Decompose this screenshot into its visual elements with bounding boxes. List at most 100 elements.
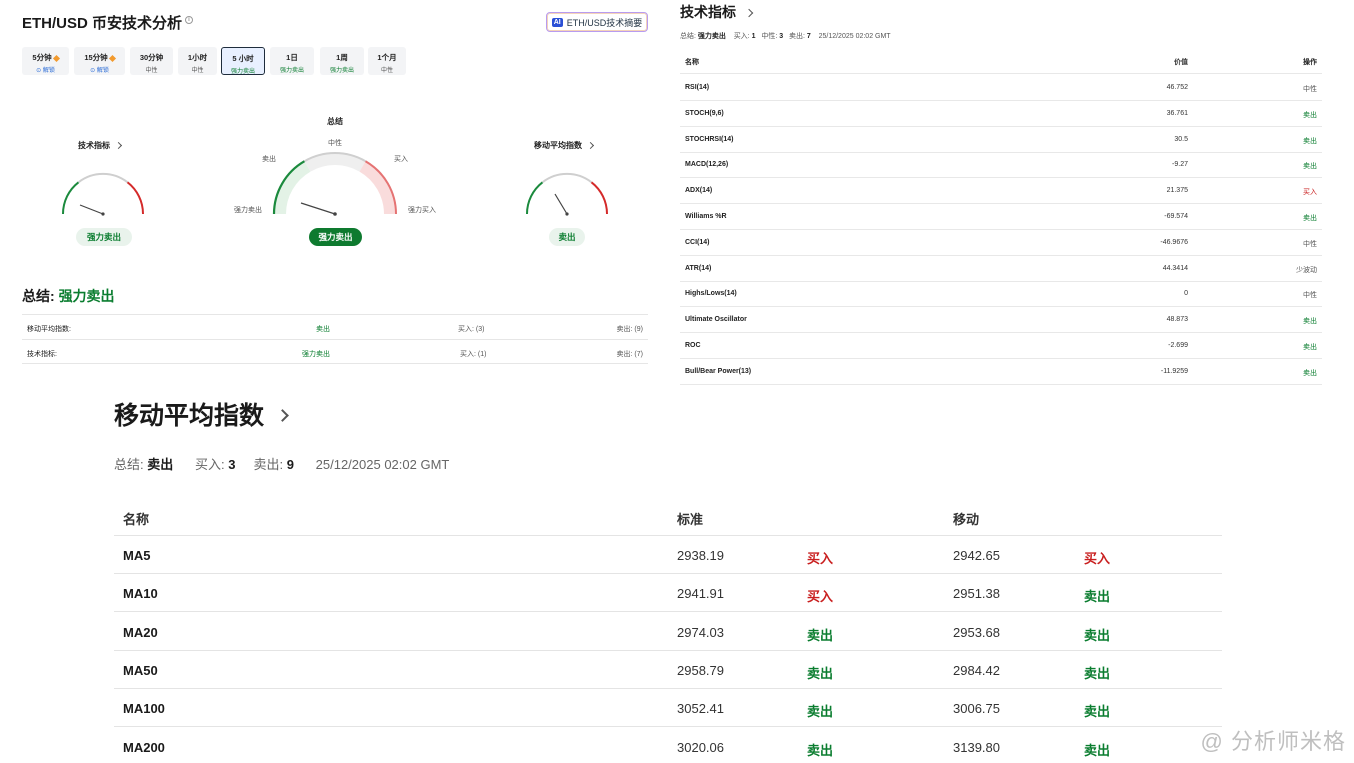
indicator-name: Williams %R [685,213,727,220]
ma-simple-value: 3020.06 [677,739,724,755]
column-header: 价值 [1174,59,1188,66]
column-header: 操作 [1303,59,1317,66]
summary-value: 强力卖出 [58,288,115,304]
ma-title[interactable]: 移动平均指数 [114,396,289,432]
ma-name: MA10 [123,586,158,602]
indicator-value: 46.752 [1166,84,1188,91]
summary-gauge [272,152,397,216]
indicator-row: MACD(12,26) -9.27 卖出 [680,152,1322,179]
column-header: 名称 [123,512,150,527]
gauge-label-strong-buy: 强力买入 [408,207,436,214]
gauge-label-neutral: 中性 [328,140,342,147]
gauge-ma-title[interactable]: 移动平均指数 [534,140,595,151]
timeframe-tab-15m[interactable]: 15分钟 ⊙ 解锁 [74,47,125,75]
indicator-row: ATR(14) 44.3414 少波动 [680,256,1322,282]
timeframe-tab-5m[interactable]: 5分钟 ⊙ 解锁 [22,47,69,75]
indicator-value: -2.699 [1168,342,1188,349]
timeframe-tab-1d[interactable]: 1日 强力卖出 [270,47,314,75]
indicator-value: -69.574 [1164,213,1188,220]
ai-summary-button[interactable]: AI ETH/USD技术摘要 [546,12,648,32]
summary-row: 移动平均指数: 卖出 买入: (3) 卖出: (9) [22,314,648,339]
indicator-row: RSI(14) 46.752 中性 [680,75,1322,101]
indicator-name: STOCH(9,6) [685,109,724,117]
indicator-action: 卖出 [1303,318,1317,326]
ma-name: MA100 [123,701,165,717]
meta-label: 卖出: [789,33,805,40]
gauge-title-text: 移动平均指数 [534,141,582,150]
ma-gauge-result: 卖出 [549,228,585,246]
lock-icon: ⊙ [90,68,96,74]
tab-label: 30分钟 [139,53,164,62]
indicator-row: Bull/Bear Power(13) -11.9259 卖出 [680,359,1322,385]
indicator-row: Ultimate Oscillator 48.873 卖出 [680,307,1322,334]
tab-label: 15分钟 [84,53,108,62]
ma-name: MA50 [123,662,158,678]
indicator-value: 36.761 [1166,109,1188,117]
gauge-technical-title[interactable]: 技术指标 [78,140,123,151]
ma-gauge [525,172,609,216]
indicator-row: Highs/Lows(14) 0 中性 [680,281,1322,308]
timeframe-tab-1h[interactable]: 1小时 中性 [178,47,217,75]
indicator-name: Highs/Lows(14) [685,290,737,298]
meta-value: 1 [751,33,756,40]
ma-simple-value: 2958.79 [677,662,724,678]
ma-exp-value: 2942.65 [953,548,1000,563]
indicator-row: CCI(14) -46.9676 中性 [680,230,1322,256]
indicator-name: ROC [685,342,701,349]
ma-name: MA200 [123,739,165,755]
ma-row: MA5 2938.19 买入 2942.65 买入 [114,536,1222,574]
indicator-action: 卖出 [1303,137,1317,145]
column-header: 名称 [685,59,699,66]
ma-row: MA100 3052.41 卖出 3006.75 卖出 [114,689,1222,728]
info-icon[interactable]: i [185,16,194,24]
column-header: 标准 [677,512,704,527]
indicators-title[interactable]: 技术指标 [680,2,754,22]
indicator-value: -11.9259 [1160,367,1188,375]
indicator-name: MACD(12,26) [685,161,729,169]
summary-label: 总结: [22,288,55,304]
indicator-name: Bull/Bear Power(13) [685,367,752,375]
indicator-value: -46.9676 [1160,238,1188,246]
ma-simple-action: 买入 [807,551,834,566]
summary-row-name: 移动平均指数: [27,326,71,333]
gauge-title-text: 技术指标 [78,141,110,150]
ma-simple-value: 2941.91 [677,586,724,602]
summary-row: 技术指标: 强力卖出 买入: (1) 卖出: (7) [22,339,648,364]
tab-label: 5分钟 [32,53,52,62]
ma-exp-value: 2984.42 [953,662,1000,678]
tab-label: 1日 [286,53,298,62]
ai-summary-label: ETH/USD技术摘要 [566,17,643,28]
meta-value: 3 [779,33,784,40]
meta-value: 3 [228,457,236,472]
ma-exp-action: 买入 [1084,551,1111,566]
meta-value: 强力卖出 [697,33,726,40]
indicators-title-text: 技术指标 [680,4,736,20]
indicator-action: 中性 [1303,292,1317,300]
indicators-meta: 总结: 强力卖出 买入: 1 中性: 3 卖出: 7 25/12/2025 02… [680,31,891,41]
tab-status: 解锁 [42,68,55,74]
indicator-value: 0 [1184,290,1188,298]
summary-row-buy: 买入: (1) [460,351,487,358]
indicator-action: 买入 [1303,189,1317,197]
premium-icon [108,54,116,62]
ma-simple-action: 卖出 [807,627,834,643]
indicator-action: 卖出 [1303,369,1317,377]
ma-exp-action: 卖出 [1084,627,1111,643]
indicator-name: RSI(14) [685,84,710,91]
timeframe-tab-1w[interactable]: 1周 强力卖出 [320,47,364,75]
ma-exp-action: 卖出 [1084,665,1111,681]
timeframe-tab-30m[interactable]: 30分钟 中性 [130,47,173,75]
watermark: @ 分析师米格 [1200,729,1346,754]
tab-status: 强力卖出 [329,68,354,74]
timeframe-tab-5h[interactable]: 5 小时 强力卖出 [221,47,265,75]
summary-row-result: 强力卖出 [302,351,330,358]
column-header: 移动 [953,512,980,527]
indicator-row: ADX(14) 21.375 买入 [680,178,1322,205]
indicator-value: 48.873 [1166,316,1188,324]
ma-exp-value: 3139.80 [953,739,1000,755]
indicator-value: 44.3414 [1162,264,1188,272]
tab-label: 5 小时 [232,54,254,63]
timeframe-tab-1mo[interactable]: 1个月 中性 [368,47,406,75]
ma-exp-value: 3006.75 [953,701,1000,717]
indicator-name: CCI(14) [685,238,710,246]
